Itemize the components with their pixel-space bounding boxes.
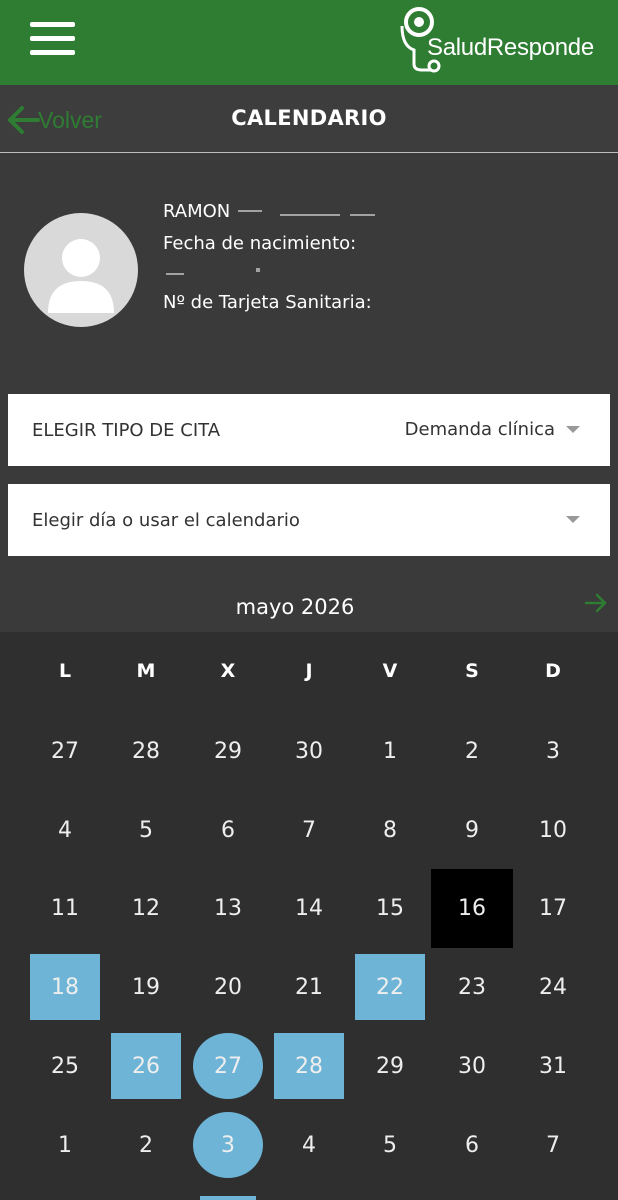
weekday-label: M bbox=[136, 660, 156, 682]
calendar-day[interactable]: 15 bbox=[355, 875, 425, 941]
calendar-day[interactable]: 8 bbox=[355, 797, 425, 863]
calendar-day[interactable]: 6 bbox=[437, 1112, 507, 1178]
calendar-day[interactable]: 5 bbox=[355, 1112, 425, 1178]
calendar-day[interactable]: 10 bbox=[518, 797, 588, 863]
hamburger-menu-icon[interactable] bbox=[30, 22, 75, 56]
calendar-day[interactable]: 2 bbox=[437, 718, 507, 784]
saludresponde-logo: SaludResponde bbox=[394, 6, 608, 76]
calendar-day[interactable]: 24 bbox=[518, 954, 588, 1020]
calendar-day[interactable]: 7 bbox=[274, 797, 344, 863]
day-picker-label: Elegir día o usar el calendario bbox=[32, 510, 300, 531]
calendar-day[interactable]: 2 bbox=[111, 1112, 181, 1178]
calendar-day[interactable]: 28 bbox=[111, 718, 181, 784]
appointment-type-value: Demanda clínica bbox=[404, 419, 555, 440]
weekday-label: V bbox=[382, 660, 398, 682]
calendar-day[interactable]: 22 bbox=[355, 954, 425, 1020]
calendar-day[interactable]: 29 bbox=[355, 1033, 425, 1099]
calendar-day[interactable]: 26 bbox=[111, 1033, 181, 1099]
calendar-day[interactable]: 30 bbox=[437, 1033, 507, 1099]
user-silhouette-icon bbox=[48, 239, 114, 313]
appointment-type-select[interactable]: ELEGIR TIPO DE CITA Demanda clínica bbox=[8, 394, 610, 466]
calendar-day[interactable]: 9 bbox=[437, 797, 507, 863]
calendar-day[interactable]: 21 bbox=[274, 954, 344, 1020]
calendar-day[interactable]: 29 bbox=[193, 718, 263, 784]
calendar-day[interactable]: 20 bbox=[193, 954, 263, 1020]
month-label: mayo 2026 bbox=[235, 595, 355, 619]
calendar-day[interactable]: 31 bbox=[518, 1033, 588, 1099]
calendar-day[interactable]: 28 bbox=[274, 1033, 344, 1099]
patient-name: RAMON bbox=[163, 201, 231, 222]
calendar-day[interactable]: 30 bbox=[274, 718, 344, 784]
calendar-day[interactable]: 18 bbox=[30, 954, 100, 1020]
month-header: mayo 2026 bbox=[0, 570, 618, 632]
redacted-mark bbox=[350, 214, 375, 216]
weekday-label: L bbox=[58, 660, 72, 682]
calendar-day[interactable]: 23 bbox=[437, 954, 507, 1020]
calendar-day[interactable]: 19 bbox=[111, 954, 181, 1020]
page-title: CALENDARIO bbox=[231, 106, 387, 130]
calendar-day[interactable]: 1 bbox=[30, 1112, 100, 1178]
calendar-day[interactable]: 16 bbox=[431, 868, 513, 948]
calendar-day[interactable]: 1 bbox=[355, 718, 425, 784]
calendar-day[interactable]: 3 bbox=[518, 718, 588, 784]
redacted-mark bbox=[256, 268, 260, 272]
redacted-mark bbox=[280, 214, 340, 216]
avatar bbox=[24, 213, 138, 327]
calendar-day[interactable]: 25 bbox=[30, 1033, 100, 1099]
weekday-label: X bbox=[220, 660, 236, 682]
calendar-day[interactable]: 27 bbox=[30, 718, 100, 784]
calendar-day[interactable]: 6 bbox=[193, 797, 263, 863]
weekday-label: S bbox=[465, 660, 479, 682]
calendar-day[interactable]: 4 bbox=[30, 797, 100, 863]
redacted-mark bbox=[238, 210, 262, 212]
chevron-down-icon bbox=[566, 516, 580, 523]
calendar-day[interactable]: 27 bbox=[193, 1033, 263, 1099]
app-header: SaludResponde bbox=[0, 0, 618, 85]
calendar-day[interactable]: 5 bbox=[111, 797, 181, 863]
calendar-day[interactable]: 4 bbox=[274, 1112, 344, 1178]
navigation-bar: Volver CALENDARIO bbox=[0, 86, 618, 153]
calendar-day[interactable]: 3 bbox=[193, 1112, 263, 1178]
weekday-label: D bbox=[545, 660, 561, 682]
appointment-type-label: ELEGIR TIPO DE CITA bbox=[32, 420, 221, 441]
calendar-day[interactable]: 11 bbox=[30, 875, 100, 941]
chevron-down-icon bbox=[566, 426, 580, 433]
weekday-label: J bbox=[305, 660, 313, 682]
calendar-day[interactable]: 17 bbox=[518, 875, 588, 941]
next-month-arrow-icon[interactable] bbox=[583, 590, 609, 616]
calendar-day[interactable]: 13 bbox=[193, 875, 263, 941]
redacted-mark bbox=[166, 273, 184, 275]
logo-text: SaludResponde bbox=[427, 34, 594, 61]
partial-available-day bbox=[200, 1196, 256, 1200]
calendar-day[interactable]: 14 bbox=[274, 875, 344, 941]
dob-label: Fecha de nacimiento: bbox=[163, 233, 357, 254]
health-card-label: Nº de Tarjeta Sanitaria: bbox=[163, 292, 372, 313]
day-picker-select[interactable]: Elegir día o usar el calendario bbox=[8, 484, 610, 556]
calendar-day[interactable]: 7 bbox=[518, 1112, 588, 1178]
calendar-day[interactable]: 12 bbox=[111, 875, 181, 941]
